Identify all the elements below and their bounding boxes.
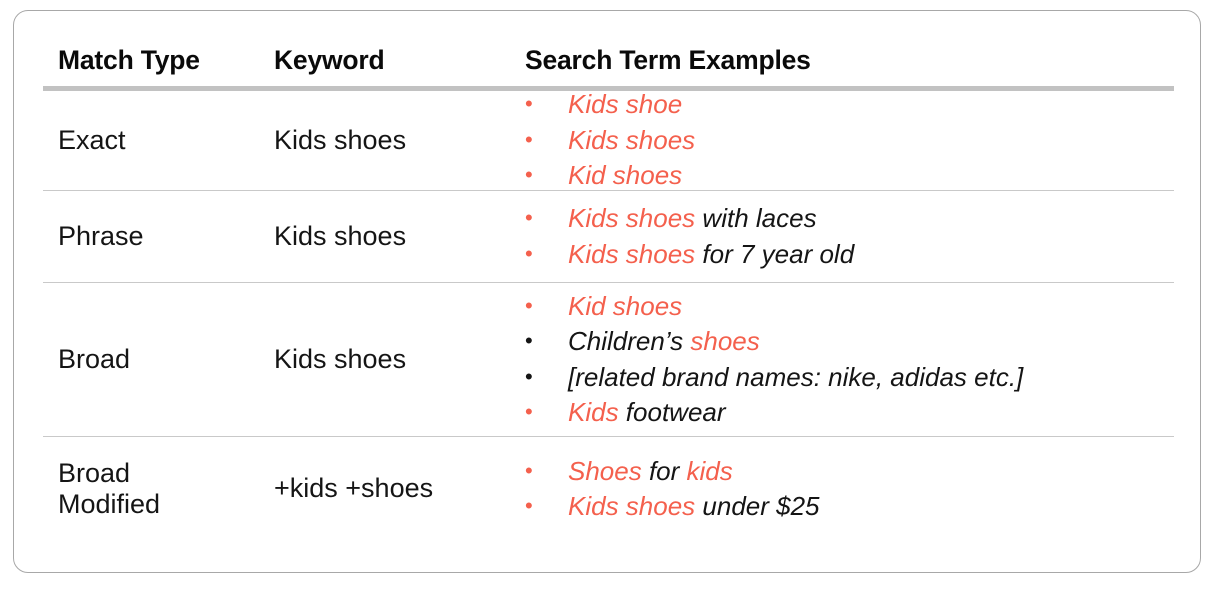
bullet-icon: [525, 243, 568, 265]
search-term-example: Kids shoes with laces: [525, 201, 1174, 236]
text-segment: shoes: [690, 326, 760, 357]
column-header-keyword: Keyword: [274, 44, 385, 75]
cell-match-type: Exact: [58, 124, 126, 155]
search-term-text: Kids shoes with laces: [568, 201, 817, 236]
search-term-text: [related brand names: nike, adidas etc.]: [568, 360, 1023, 395]
column-header-search-term-examples: Search Term Examples: [525, 44, 811, 75]
search-term-text: Kids shoes: [568, 123, 695, 158]
cell-match-type: Broad Modified: [58, 457, 161, 519]
table-header-row: Match Type Keyword Search Term Examples: [43, 11, 1174, 73]
bullet-icon: [525, 207, 568, 229]
cell-search-term-examples: Shoes for kidsKids shoes under $25: [525, 454, 1174, 525]
cell-keyword: Kids shoes: [274, 220, 407, 251]
bullet-icon: [525, 295, 568, 317]
column-header-match-type: Match Type: [58, 44, 200, 75]
search-term-text: Kids footwear: [568, 395, 726, 430]
text-segment: with laces: [695, 203, 817, 234]
text-segment: Kids: [568, 396, 619, 427]
text-segment: for 7 year old: [695, 238, 855, 269]
search-term-example: Kids shoes for 7 year old: [525, 237, 1174, 272]
cell-search-term-examples: Kid shoesChildren’s shoes[related brand …: [525, 289, 1174, 430]
search-term-example: Children’s shoes: [525, 324, 1174, 359]
bullet-icon: [525, 164, 568, 186]
cell-search-term-examples: Kids shoe Kids shoes Kid shoes: [525, 87, 1174, 193]
cell-search-term-examples: Kids shoes with lacesKids shoes for 7 ye…: [525, 201, 1174, 272]
cell-keyword: Kids shoes: [274, 124, 407, 155]
text-segment: Kids shoes: [568, 124, 696, 155]
match-type-table-card: Match Type Keyword Search Term Examples …: [13, 10, 1201, 573]
text-segment: footwear: [618, 396, 726, 427]
search-term-example: Kids shoes: [525, 123, 1174, 158]
search-term-text: Kids shoe: [568, 87, 682, 122]
bullet-icon: [525, 330, 568, 352]
cell-match-type: Phrase: [58, 220, 144, 251]
search-term-example: Kids footwear: [525, 395, 1174, 430]
search-term-example: Kids shoes under $25: [525, 489, 1174, 524]
search-term-text: Kid shoes: [568, 158, 682, 193]
bullet-icon: [525, 460, 568, 482]
bullet-icon: [525, 366, 568, 388]
table-body: ExactKids shoesKids shoeKids shoesKid sh…: [43, 89, 1174, 541]
bullet-icon: [525, 401, 568, 423]
cell-keyword: +kids +shoes: [274, 473, 434, 504]
search-term-text: Kids shoes for 7 year old: [568, 237, 854, 272]
text-segment: kids: [686, 455, 733, 486]
text-segment: Kids shoes: [568, 238, 696, 269]
table-row: Exact Kids shoes Kids shoe Kids shoes Kid sh…: [43, 89, 1174, 191]
search-term-text: Kids shoes under $25: [568, 489, 820, 524]
table-row: BroadKids shoesKid shoesChildren’s shoes…: [43, 283, 1174, 437]
cell-match-type: Broad: [58, 343, 131, 374]
search-term-example: Kids shoe: [525, 87, 1174, 122]
search-term-text: Shoes for kids: [568, 454, 733, 489]
cell-keyword: Kids shoes: [274, 343, 407, 374]
table-row: PhraseKids shoesKids shoes with lacesKid…: [43, 191, 1174, 283]
text-segment: Kids shoes: [568, 203, 696, 234]
text-segment: Shoes: [568, 455, 642, 486]
match-type-table: Match Type Keyword Search Term Examples …: [43, 11, 1174, 541]
search-term-text: Children’s shoes: [568, 324, 760, 359]
text-segment: Children’s: [568, 326, 691, 357]
text-segment: Kids shoes: [568, 491, 696, 521]
text-segment: [related brand names: nike, adidas etc.]: [568, 361, 1024, 392]
text-segment: for: [641, 455, 687, 486]
bullet-icon: [525, 129, 568, 151]
search-term-example: Shoes for kids: [525, 454, 1174, 489]
search-term-example: [related brand names: nike, adidas etc.]: [525, 360, 1174, 395]
text-segment: under $25: [695, 491, 820, 521]
table-row: BroadModified+kids +shoesShoes for kidsK…: [43, 437, 1174, 541]
search-term-text: Kid shoes: [568, 289, 682, 324]
bullet-icon: [525, 93, 568, 115]
text-segment: Kid shoes: [568, 160, 683, 191]
text-segment: Kids shoe: [568, 89, 683, 120]
search-term-example: Kid shoes: [525, 289, 1174, 324]
text-segment: Kid shoes: [568, 290, 683, 321]
search-term-example: Kid shoes: [525, 158, 1174, 193]
bullet-icon: [525, 495, 568, 517]
